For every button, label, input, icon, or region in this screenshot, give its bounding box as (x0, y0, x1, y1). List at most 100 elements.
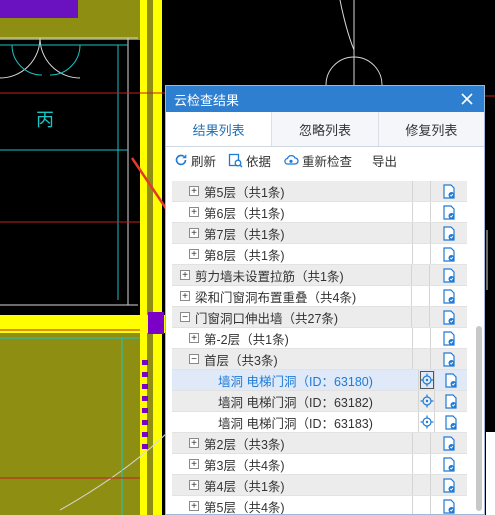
document-icon[interactable] (442, 330, 456, 346)
tree-item-label: 第7层（共1条) (204, 227, 285, 242)
document-icon[interactable] (442, 267, 456, 283)
report-cell (430, 286, 467, 306)
expand-icon[interactable]: + (189, 186, 199, 197)
report-cell (431, 223, 467, 243)
tree-row[interactable]: + 第4层（共1条) (172, 475, 467, 496)
collapse-icon[interactable]: − (189, 354, 199, 365)
locate-cell (413, 328, 432, 348)
purple-block (0, 0, 78, 18)
document-icon[interactable] (442, 477, 456, 493)
tree-item-label: 门窗洞口伸出墙（共27条) (195, 311, 339, 326)
locate-cell (412, 286, 431, 306)
document-icon[interactable] (444, 372, 458, 388)
export-label: 导出 (372, 154, 398, 169)
expand-icon[interactable]: + (180, 270, 190, 281)
collapse-icon[interactable]: − (180, 312, 190, 323)
tree-row[interactable]: + 第2层（共3条) (172, 433, 467, 454)
report-cell (435, 412, 467, 432)
document-icon[interactable] (442, 225, 456, 241)
tree-item-label: 墙洞 电梯门洞（ID：63182) (218, 395, 373, 410)
result-tree: + 第5层（共1条) + 第6层（共1条) + 第7层（共1条) + 第8层（共1条) + 剪力墙… (172, 181, 467, 514)
basis-button[interactable]: 依据 (228, 151, 271, 170)
tree-row[interactable]: + 第5层（共4条) (172, 496, 467, 514)
tree-row[interactable]: + 第6层（共1条) (172, 202, 467, 223)
locate-icon[interactable] (420, 394, 434, 408)
locate-cell (413, 454, 432, 474)
report-cell (431, 475, 467, 495)
refresh-button[interactable]: 刷新 (174, 151, 216, 170)
tree-item-label: 剪力墙未设置拉筋（共1条) (195, 269, 344, 284)
expand-icon[interactable]: + (189, 228, 199, 239)
tree-row[interactable]: + 第5层（共1条) (172, 181, 467, 202)
document-icon[interactable] (442, 456, 456, 472)
recheck-button[interactable]: 重新检查 (283, 151, 352, 170)
locate-cell (413, 496, 432, 514)
expand-icon[interactable]: + (180, 291, 190, 302)
locate-icon[interactable] (420, 415, 434, 429)
report-cell (430, 307, 467, 327)
locate-cell (413, 349, 432, 369)
report-cell (435, 391, 467, 411)
tree-row[interactable]: − 门窗洞口伸出墙（共27条) (172, 307, 467, 328)
tree-row[interactable]: + 第3层（共4条) (172, 454, 467, 475)
tree-cell: 墙洞 电梯门洞（ID：63180) (172, 370, 419, 390)
expand-icon[interactable]: + (189, 249, 199, 260)
room-label: 丙 (36, 110, 54, 131)
export-button[interactable]: 导出 (372, 151, 397, 170)
expand-icon[interactable]: + (189, 207, 199, 218)
expand-icon[interactable]: + (189, 333, 199, 344)
document-icon[interactable] (442, 204, 456, 220)
tree-row[interactable]: + 剪力墙未设置拉筋（共1条) (172, 265, 467, 286)
recheck-label: 重新检查 (302, 154, 353, 169)
document-icon[interactable] (442, 309, 456, 325)
report-cell (431, 202, 467, 222)
expand-icon[interactable]: + (189, 501, 199, 512)
tree-cell: + 第6层（共1条) (172, 202, 414, 222)
tab-fix-list[interactable]: 修复列表 (379, 112, 484, 146)
locate-cell (413, 202, 432, 222)
document-icon[interactable] (442, 498, 456, 514)
scrollbar[interactable] (476, 326, 482, 511)
tree-item-label: 墙洞 电梯门洞（ID：63183) (218, 416, 373, 431)
tab-ignore-list[interactable]: 忽略列表 (272, 112, 379, 146)
document-icon[interactable] (442, 183, 456, 199)
locate-icon[interactable] (420, 373, 434, 387)
tree-item-label: 第4层（共1条) (204, 479, 285, 494)
document-icon[interactable] (442, 435, 456, 451)
locate-cell (419, 412, 436, 432)
locate-cell (413, 475, 432, 495)
issue-row[interactable]: 墙洞 电梯门洞（ID：63182) (172, 391, 467, 412)
tab-result-list[interactable]: 结果列表 (166, 112, 273, 146)
tree-cell: + 剪力墙未设置拉筋（共1条) (172, 265, 412, 285)
purple-square (148, 312, 164, 334)
issue-row[interactable]: 墙洞 电梯门洞（ID：63183) (172, 412, 467, 433)
expand-icon[interactable]: + (189, 438, 199, 449)
report-cell (435, 370, 467, 390)
tree-row[interactable]: + 梁和门窗洞布置重叠（共4条) (172, 286, 467, 307)
document-icon[interactable] (444, 393, 458, 409)
tree-cell: + 第8层（共1条) (172, 244, 414, 264)
panel-titlebar[interactable]: 云检查结果 (166, 86, 484, 112)
tree-row[interactable]: + 第-2层（共1条) (172, 328, 467, 349)
tree-cell: + 第5层（共4条) (172, 496, 414, 514)
tree-row[interactable]: + 第8层（共1条) (172, 244, 467, 265)
tree-cell: + 第4层（共1条) (172, 475, 414, 495)
issue-row[interactable]: 墙洞 电梯门洞（ID：63180) (172, 370, 467, 391)
tree-item-label: 首层（共3条) (204, 353, 278, 368)
document-icon[interactable] (442, 246, 456, 262)
report-cell (431, 328, 467, 348)
tree-item-label: 第6层（共1条) (204, 206, 285, 221)
tree-row[interactable]: + 第7层（共1条) (172, 223, 467, 244)
close-icon[interactable] (458, 90, 476, 108)
expand-icon[interactable]: + (189, 459, 199, 470)
document-icon[interactable] (442, 351, 456, 367)
document-icon[interactable] (444, 414, 458, 430)
panel-title: 云检查结果 (174, 92, 240, 108)
report-cell (431, 181, 467, 201)
locate-cell (413, 433, 432, 453)
tree-cell: + 第7层（共1条) (172, 223, 414, 243)
expand-icon[interactable]: + (189, 480, 199, 491)
tree-item-label: 第5层（共1条) (204, 185, 285, 200)
document-icon[interactable] (442, 288, 456, 304)
tree-row[interactable]: − 首层（共3条) (172, 349, 467, 370)
